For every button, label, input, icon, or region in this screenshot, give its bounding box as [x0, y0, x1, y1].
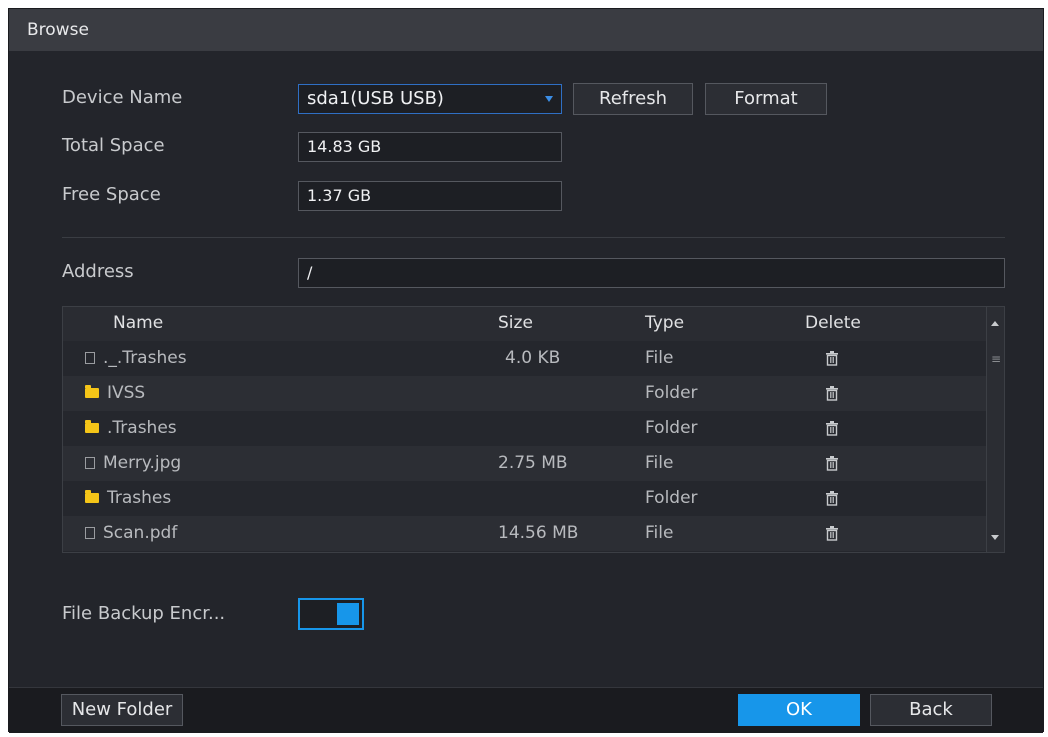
table-row[interactable]: ._.Trashes 4.0 KB File	[63, 341, 987, 376]
file-icon	[85, 352, 95, 364]
file-name: Scan.pdf	[103, 523, 178, 543]
total-space-field: 14.83 GB	[298, 132, 562, 162]
device-name-value: sda1(USB USB)	[307, 88, 444, 109]
file-name: ._.Trashes	[103, 348, 187, 368]
table-row[interactable]: IVSS Folder	[63, 376, 987, 411]
file-name: Merry.jpg	[103, 453, 182, 473]
column-name: Name	[113, 313, 164, 333]
refresh-button[interactable]: Refresh	[573, 83, 693, 115]
free-space-label: Free Space	[62, 184, 161, 205]
trash-icon[interactable]	[825, 490, 839, 506]
table-row[interactable]: Merry.jpg 2.75 MB File	[63, 446, 987, 481]
file-type: File	[645, 453, 674, 473]
dialog-title: Browse	[9, 9, 1043, 51]
trash-icon[interactable]	[825, 350, 839, 366]
folder-icon	[85, 490, 99, 503]
scroll-up-icon[interactable]	[991, 321, 999, 326]
toggle-knob	[337, 603, 359, 625]
ok-button[interactable]: OK	[738, 694, 860, 726]
table-row[interactable]: Scan.pdf 14.56 MB File	[63, 516, 987, 551]
column-size: Size	[498, 313, 533, 333]
new-folder-button[interactable]: New Folder	[61, 694, 183, 726]
scroll-down-icon[interactable]	[991, 535, 999, 540]
device-name-select[interactable]: sda1(USB USB)	[298, 84, 562, 114]
file-icon	[85, 527, 95, 539]
device-name-label: Device Name	[62, 87, 183, 108]
file-type: File	[645, 348, 674, 368]
trash-icon[interactable]	[825, 525, 839, 541]
scroll-thumb-icon[interactable]: ≡	[991, 353, 1001, 365]
file-backup-encryption-toggle[interactable]	[298, 598, 364, 630]
dialog-footer: New Folder OK Back	[9, 687, 1043, 733]
table-scrollbar[interactable]: ≡	[986, 307, 1004, 552]
folder-icon	[85, 385, 99, 398]
file-backup-encryption-label: File Backup Encr...	[62, 603, 226, 624]
file-size: 14.56 MB	[498, 523, 579, 543]
table-header: Name Size Type Delete	[63, 307, 987, 341]
file-type: Folder	[645, 418, 698, 438]
file-icon	[85, 457, 95, 469]
file-type: Folder	[645, 488, 698, 508]
trash-icon[interactable]	[825, 385, 839, 401]
section-divider	[62, 237, 1005, 238]
trash-icon[interactable]	[825, 420, 839, 436]
file-name: IVSS	[107, 383, 146, 403]
trash-icon[interactable]	[825, 455, 839, 471]
column-type: Type	[645, 313, 685, 333]
chevron-down-icon	[545, 96, 553, 102]
browse-dialog: Browse Device Name sda1(USB USB) Refresh…	[8, 8, 1044, 733]
file-table: Name Size Type Delete ._.Trashes 4.0 KB …	[62, 306, 1005, 553]
file-name: .Trashes	[107, 418, 177, 438]
address-label: Address	[62, 261, 134, 282]
table-row[interactable]: .Trashes Folder	[63, 411, 987, 446]
column-delete: Delete	[805, 313, 861, 333]
table-row[interactable]: Trashes Folder	[63, 481, 987, 516]
back-button[interactable]: Back	[870, 694, 992, 726]
file-name: Trashes	[107, 488, 172, 508]
free-space-field: 1.37 GB	[298, 181, 562, 211]
folder-icon	[85, 420, 99, 433]
total-space-label: Total Space	[62, 135, 165, 156]
file-type: File	[645, 523, 674, 543]
address-input[interactable]: /	[298, 258, 1005, 288]
file-size: 4.0 KB	[505, 348, 561, 368]
format-button[interactable]: Format	[705, 83, 827, 115]
file-type: Folder	[645, 383, 698, 403]
file-size: 2.75 MB	[498, 453, 568, 473]
